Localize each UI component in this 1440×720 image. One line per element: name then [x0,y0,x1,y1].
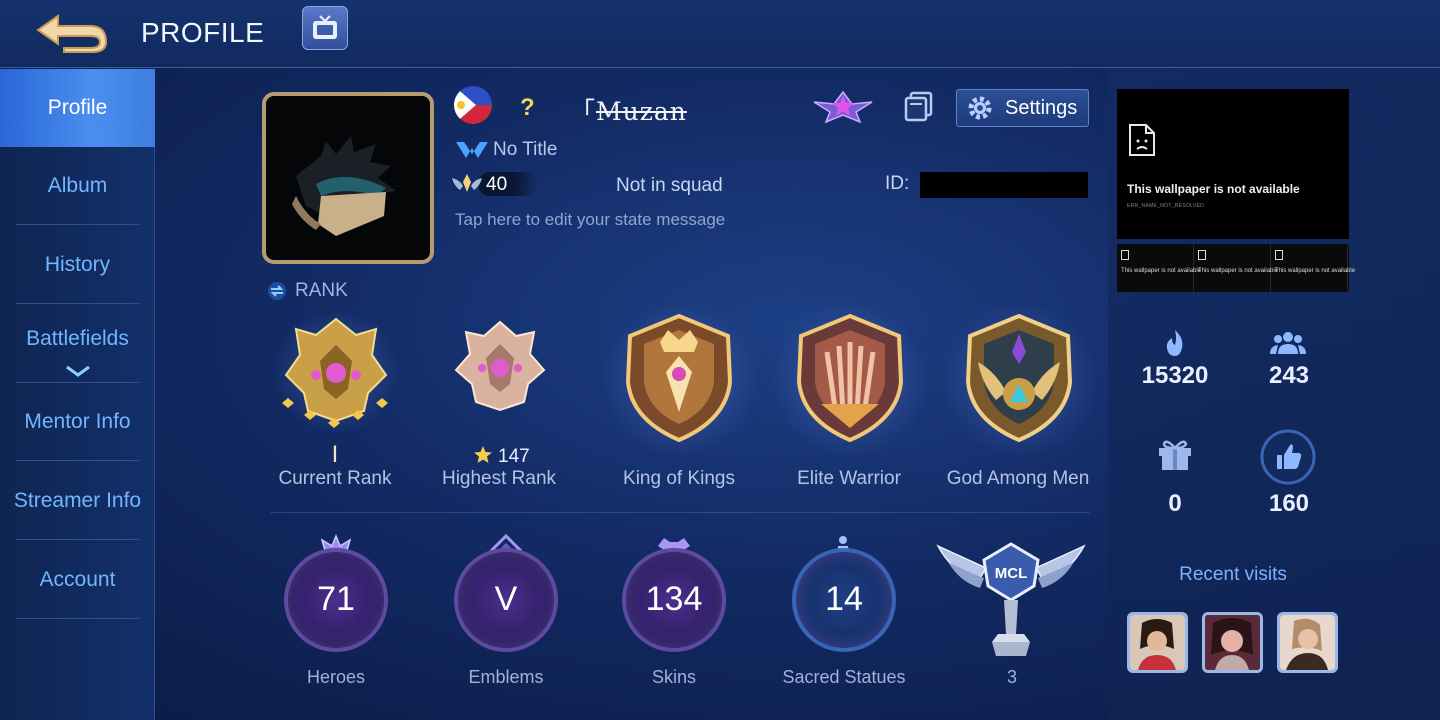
broken-file-icon [1275,250,1283,260]
gift-icon[interactable] [1156,436,1194,472]
sidebar-item-label: History [44,253,111,276]
skins-count: 134 [645,580,703,618]
username: 「Muzan [570,92,687,128]
rank-swap-icon [268,282,286,300]
id-label: ID: [885,173,910,194]
tv-icon [313,15,337,39]
back-arrow-icon[interactable] [34,12,110,54]
likes-count: 160 [1268,490,1310,517]
visitor-photo-icon [1280,615,1335,670]
friends-icon [1270,332,1306,354]
rank-label[interactable]: RANK [295,280,348,302]
sidebar-item-label: Battlefields [26,327,129,350]
wallpaper-main[interactable] [1117,89,1349,239]
mcl-count: 3 [1006,667,1017,687]
chevron-down-icon [66,365,90,377]
current-rank-tier: I [331,441,339,468]
svg-text:MCL: MCL [995,565,1028,582]
sidebar: Profile Album History Battlefields Mento… [0,69,155,720]
title-emblem-icon [456,142,488,158]
skins-label: Skins [651,667,696,687]
sidebar-item-label: Streamer Info [13,489,142,512]
thumb-text: This wallpaper is not available [1121,268,1202,274]
thumbs-up-icon[interactable] [1260,429,1316,485]
broken-file-icon [1198,250,1206,260]
wallpaper-unavailable-text: This wallpaper is not available [1127,182,1300,196]
emblems-level: V [494,580,518,618]
broken-file-icon [1121,250,1129,260]
sidebar-item-label: Mentor Info [24,410,131,433]
heroes-label: Heroes [306,667,366,687]
god-among-men-badge-icon[interactable] [956,312,1082,444]
visitor-avatar[interactable] [1127,612,1188,673]
visitor-photo-icon [1205,615,1260,670]
highest-rank-label: Highest Rank [441,468,557,489]
recent-visits-title: Recent visits [1179,564,1287,585]
sidebar-item-history[interactable]: History [0,226,155,304]
thumb-text: This wallpaper is not available [1198,268,1279,274]
visitor-photo-icon [1130,615,1185,670]
god-among-men-label: God Among Men [946,468,1090,489]
sidebar-item-profile[interactable]: Profile [0,69,155,147]
id-redacted [920,172,1088,198]
settings-label: Settings [1005,96,1078,119]
squad-status[interactable]: Not in squad [616,175,723,197]
fire-icon [1166,330,1183,356]
player-level: 40 [486,174,508,195]
cards-icon[interactable] [903,90,935,122]
king-of-kings-badge-icon[interactable] [616,312,742,444]
wallpaper-thumb[interactable]: This wallpaper is not available [1271,244,1355,292]
highest-rank-badge-icon[interactable] [448,318,552,422]
state-message[interactable]: Tap here to edit your state message [455,210,725,230]
popularity-count: 15320 [1141,362,1209,389]
live-tv-button[interactable] [302,6,348,50]
page-title: PROFILE [141,17,265,48]
wallpaper-thumb[interactable]: This wallpaper is not available [1117,244,1201,292]
emblems-label: Emblems [468,667,544,687]
section-divider [270,512,1090,513]
username-text: Muzan [596,97,687,126]
wallpaper-error-code: ERR_NAME_NOT_RESOLVED [1127,203,1205,209]
sidebar-item-account[interactable]: Account [0,541,155,619]
star-icon [474,446,492,463]
player-title[interactable]: No Title [493,139,557,161]
mcl-trophy-icon[interactable]: MCL [934,538,1088,664]
unknown-status-icon[interactable]: ? [520,94,535,122]
sacred-statues-label: Sacred Statues [782,667,906,687]
elite-warrior-badge-icon[interactable] [787,312,913,444]
friends-count: 243 [1268,362,1310,389]
sidebar-item-label: Account [39,568,116,591]
settings-button[interactable]: Settings [956,89,1089,127]
gear-icon [968,96,992,120]
wallpaper-thumb[interactable]: This wallpaper is not available [1194,244,1278,292]
broken-file-icon [1129,124,1155,156]
avatar[interactable] [262,92,434,264]
gifts-count: 0 [1168,490,1182,517]
star-badge-icon[interactable] [812,88,874,124]
top-bar: PROFILE [0,0,1440,68]
sidebar-item-streamer-info[interactable]: Streamer Info [0,462,155,540]
visitor-avatar[interactable] [1202,612,1263,673]
sidebar-item-album[interactable]: Album [0,147,155,225]
level-wings-icon [452,174,482,192]
avatar-portrait-icon [292,136,396,236]
heroes-count: 71 [317,580,355,618]
philippines-flag-icon [454,86,492,124]
visitor-avatar[interactable] [1277,612,1338,673]
sidebar-item-mentor-info[interactable]: Mentor Info [0,383,155,461]
username-prefix: 「 [570,97,597,126]
sidebar-item-label: Album [47,174,108,197]
sacred-statues-count: 14 [825,580,863,618]
current-rank-badge-icon[interactable] [276,315,396,441]
wallpaper-thumbnails: This wallpaper is not available This wal… [1117,244,1355,292]
thumb-text: This wallpaper is not available [1275,268,1356,274]
sidebar-item-label: Profile [47,96,108,119]
highest-rank-stars: 147 [498,446,530,467]
sidebar-item-battlefields[interactable]: Battlefields [0,305,155,383]
